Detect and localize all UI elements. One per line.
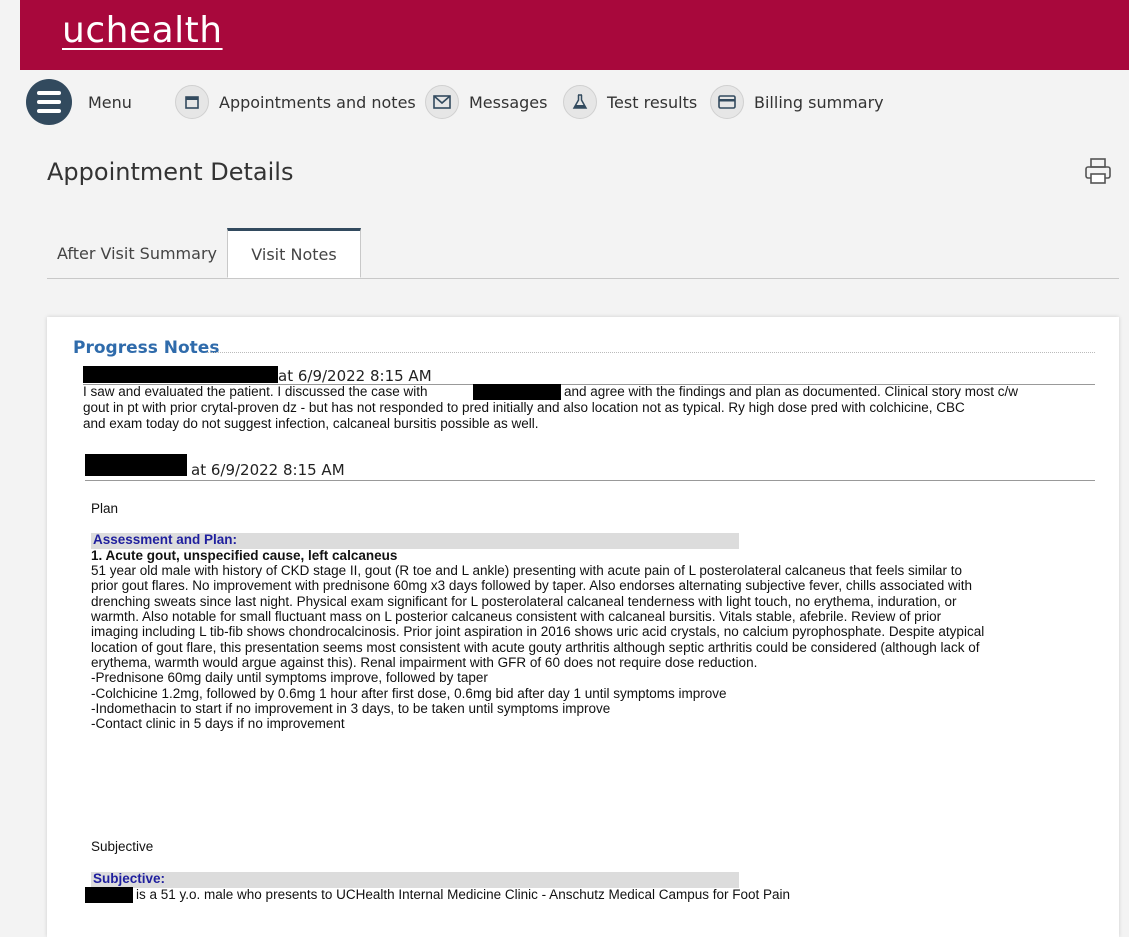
- tab-after-visit-summary[interactable]: After Visit Summary: [47, 228, 227, 278]
- progress-notes-heading: Progress Notes: [73, 338, 220, 358]
- menu-label[interactable]: Menu: [88, 84, 132, 120]
- tab-visit-notes[interactable]: Visit Notes: [227, 228, 361, 278]
- plan-line: imaging including L tib-fib shows chondr…: [91, 624, 985, 639]
- redacted-name: [85, 454, 187, 476]
- nav-test-results-label: Test results: [607, 92, 698, 112]
- nav-messages-label: Messages: [469, 92, 548, 112]
- note2-timestamp: at 6/9/2022 8:15 AM: [191, 461, 345, 479]
- note2-divider: [85, 480, 1095, 481]
- tab-after-visit-summary-label: After Visit Summary: [56, 243, 217, 263]
- flask-icon: [563, 85, 597, 119]
- heading-divider: [207, 352, 1095, 353]
- plan-line: warmth. Also notable for small fluctuant…: [91, 609, 942, 624]
- plan-line: prior gout flares. No improvement with p…: [91, 578, 972, 593]
- main-nav: Menu Appointments and notes Messages Tes…: [20, 70, 1129, 134]
- assessment-plan-heading: Assessment and Plan:: [93, 532, 238, 547]
- plan-label: Plan: [91, 501, 119, 516]
- page-title: Appointment Details: [47, 158, 294, 186]
- plan-line: 51 year old male with history of CKD sta…: [91, 563, 962, 578]
- nav-billing-label: Billing summary: [754, 92, 884, 112]
- note1-text-a: I saw and evaluated the patient. I discu…: [83, 384, 428, 399]
- note1-text-c: gout in pt with prior crytal-proven dz -…: [83, 400, 965, 415]
- diagnosis-title: 1. Acute gout, unspecified cause, left c…: [91, 548, 398, 563]
- tab-visit-notes-label: Visit Notes: [251, 244, 337, 264]
- calendar-icon: [175, 85, 209, 119]
- note1-text-b: and agree with the findings and plan as …: [564, 384, 1018, 399]
- menu-label-text: Menu: [88, 92, 132, 112]
- plan-line: -Colchicine 1.2mg, followed by 0.6mg 1 h…: [91, 686, 727, 701]
- redacted-name: [473, 384, 561, 400]
- subjective-text: is a 51 y.o. male who presents to UCHeal…: [136, 887, 791, 902]
- menu-icon[interactable]: [26, 79, 72, 125]
- printer-icon[interactable]: [1083, 156, 1113, 186]
- plan-line: -Prednisone 60mg daily until symptoms im…: [91, 670, 488, 685]
- nav-appointments[interactable]: Appointments and notes: [175, 84, 416, 120]
- subjective-label: Subjective: [91, 839, 154, 854]
- nav-appointments-label: Appointments and notes: [219, 92, 416, 112]
- plan-line: -Contact clinic in 5 days if no improvem…: [91, 716, 345, 731]
- plan-line: -Indomethacin to start if no improvement…: [91, 701, 611, 716]
- nav-test-results[interactable]: Test results: [563, 84, 697, 120]
- plan-line: drenching sweats since last night. Physi…: [91, 594, 957, 609]
- notes-card: Progress Notes at 6/9/2022 8:15 AM I saw…: [47, 317, 1119, 937]
- plan-line: location of gout flare, this presentatio…: [91, 640, 980, 655]
- tab-bar: After Visit Summary Visit Notes: [47, 228, 1119, 279]
- credit-card-icon: [710, 85, 744, 119]
- brand-header: uchealth: [20, 0, 1129, 70]
- nav-messages[interactable]: Messages: [425, 84, 547, 120]
- nav-billing[interactable]: Billing summary: [710, 84, 884, 120]
- subjective-heading: Subjective:: [93, 871, 166, 886]
- note1-text-d: and exam today do not suggest infection,…: [83, 416, 539, 431]
- envelope-icon: [425, 85, 459, 119]
- section-header-bar: [91, 872, 739, 888]
- note1-timestamp: at 6/9/2022 8:15 AM: [278, 367, 432, 385]
- plan-line: erythema, warmth would argue against thi…: [91, 655, 758, 670]
- redacted-name: [83, 366, 278, 383]
- redacted-name: [85, 887, 133, 903]
- uchealth-logo[interactable]: uchealth: [62, 10, 223, 51]
